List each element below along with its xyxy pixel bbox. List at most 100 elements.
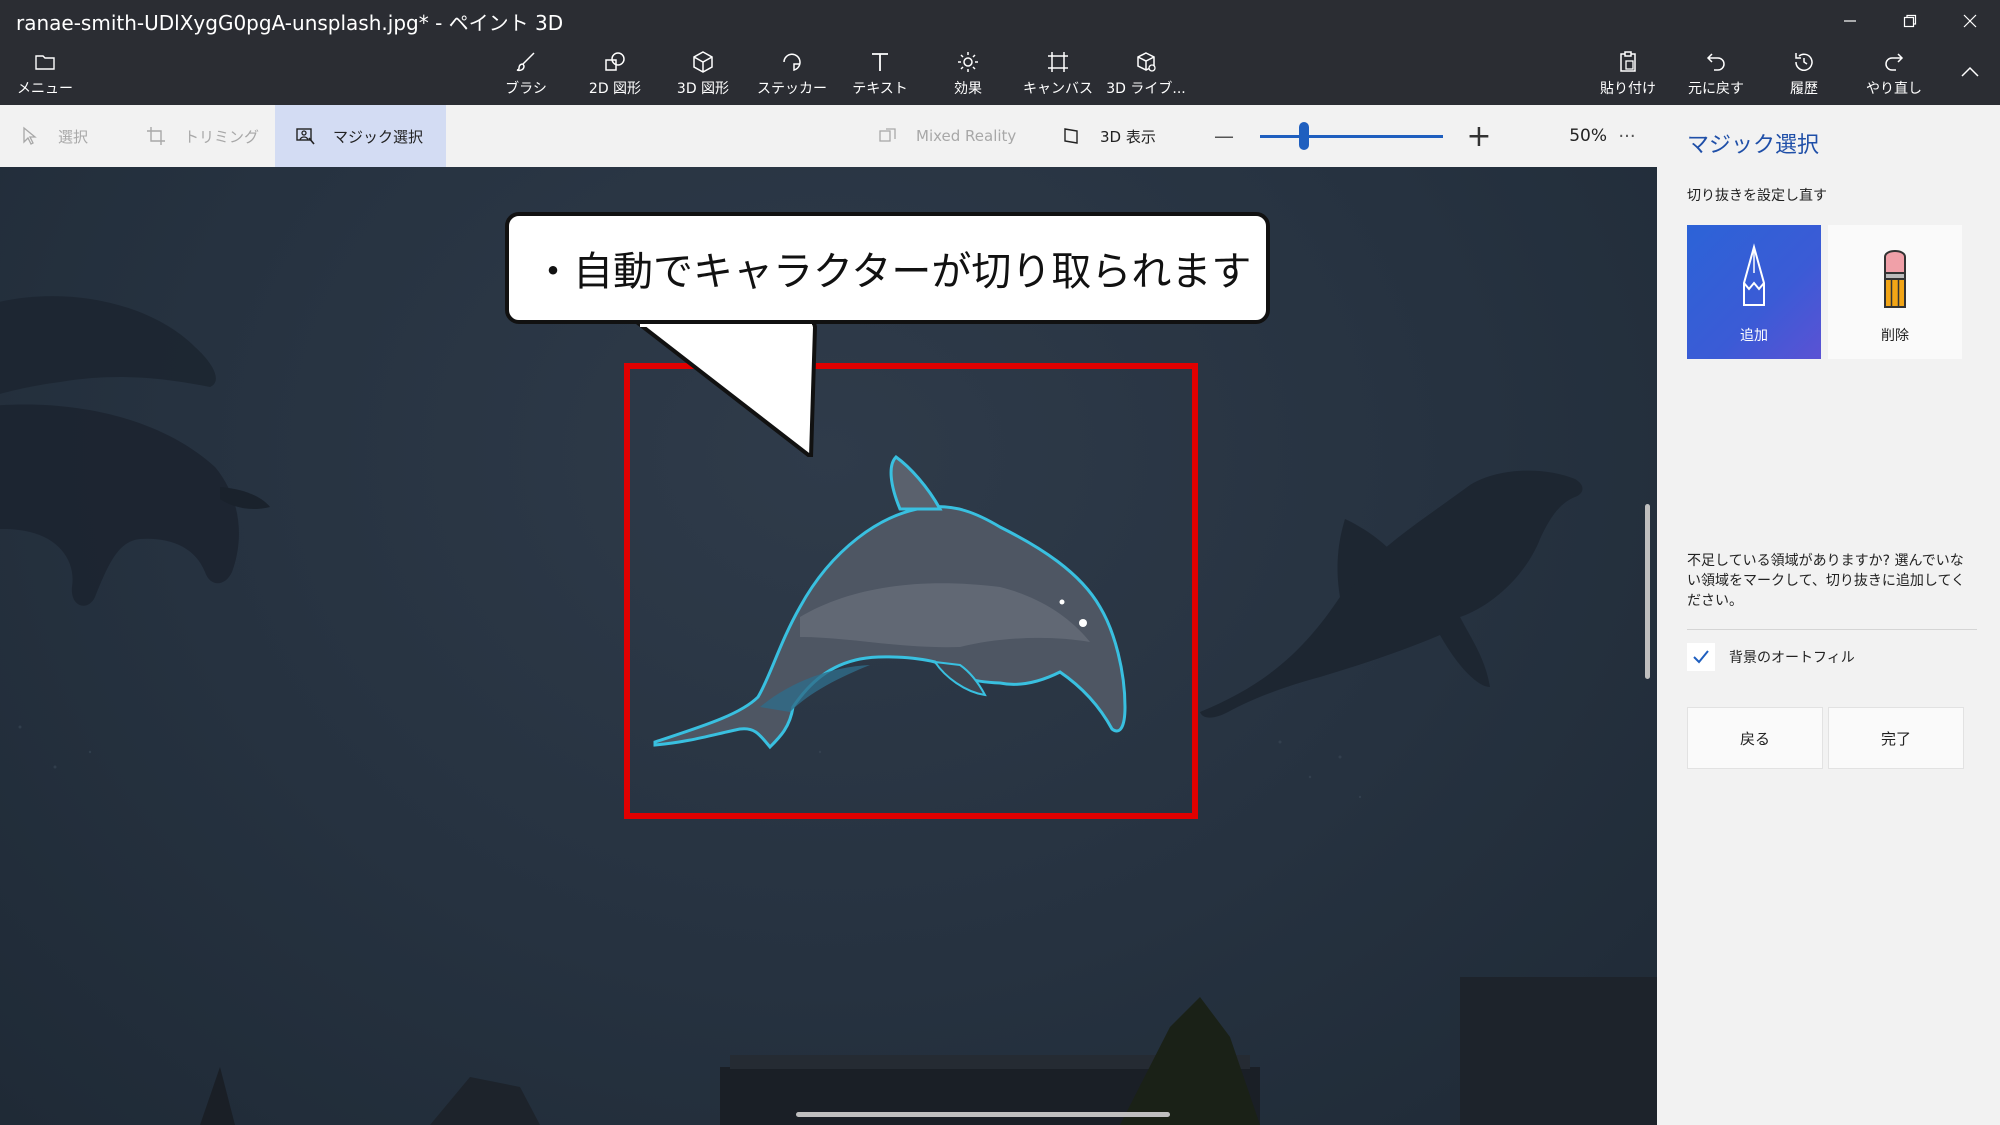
tool-3d-library[interactable]: 3D ライブ... <box>1106 42 1186 105</box>
left-dolphin-bottom <box>0 404 239 606</box>
menu-button[interactable]: メニュー <box>14 42 76 105</box>
folder-icon <box>35 54 55 70</box>
3d-library-icon <box>1137 51 1156 72</box>
magic-select-panel: マジック選択 切り抜きを設定し直す 追加 削除 不足している領域がありますか? … <box>1657 105 2000 1125</box>
magic-select-icon <box>296 128 315 145</box>
tool-2d-shapes[interactable]: 2D 図形 <box>580 42 650 105</box>
chevron-up-icon <box>1961 66 1979 77</box>
close-button[interactable] <box>1940 0 2000 42</box>
minimize-button[interactable] <box>1820 0 1880 42</box>
select-tool[interactable]: 選択 <box>20 105 130 167</box>
tool-sticker[interactable]: ステッカー <box>752 42 832 105</box>
2d-shapes-icon <box>605 51 625 71</box>
tool-3d-library-label: 3D ライブ... <box>1106 80 1186 97</box>
sticker-icon <box>783 53 801 71</box>
view-3d-label: 3D 表示 <box>1100 127 1156 146</box>
back-button[interactable]: 戻る <box>1687 707 1823 769</box>
crop-tool[interactable]: トリミング <box>146 105 276 167</box>
brush-icon <box>516 51 535 71</box>
callout-text: ・自動でキャラクターが切り取られます <box>533 249 1252 295</box>
cursor-icon <box>23 126 37 145</box>
window-title: ranae-smith-UDlXygG0pgA-unsplash.jpg* - … <box>16 10 564 35</box>
undo-icon <box>1706 52 1725 71</box>
tool-canvas-label: キャンバス <box>1023 80 1093 97</box>
zoom-slider-thumb[interactable] <box>1298 122 1309 150</box>
paste-icon <box>1620 50 1636 72</box>
tool-effects[interactable]: 効果 <box>938 42 998 105</box>
restore-icon <box>1903 14 1917 28</box>
callout-pointer <box>636 317 817 457</box>
redo-button[interactable]: やり直し <box>1862 42 1926 105</box>
panel-divider <box>1687 629 1977 630</box>
zoom-value-label: 50% <box>1569 126 1607 146</box>
tool-canvas[interactable]: キャンバス <box>1022 42 1094 105</box>
tool-text-label: テキスト <box>852 80 908 97</box>
zoom-out-button[interactable]: — <box>1212 105 1236 167</box>
back-label: 戻る <box>1739 729 1770 748</box>
zoom-in-label: + <box>1466 118 1492 154</box>
history-icon <box>1795 52 1813 71</box>
done-button[interactable]: 完了 <box>1828 707 1964 769</box>
paste-label: 貼り付け <box>1600 80 1656 97</box>
magic-select-label: マジック選択 <box>333 127 424 146</box>
history-label: 履歴 <box>1790 80 1818 97</box>
tool-3d-shapes-label: 3D 図形 <box>676 80 730 97</box>
canvas-icon <box>1048 51 1068 72</box>
3d-shapes-icon <box>693 50 713 73</box>
crop-icon <box>147 127 165 145</box>
tool-text[interactable]: テキスト <box>848 42 912 105</box>
main-toolbar: メニュー ブラシ 2D 図形 3D 図形 ステッカー テキスト 効果 キャンバス… <box>0 42 2000 105</box>
autofill-label: 背景のオートフィル <box>1729 650 1855 666</box>
3d-view-icon <box>1064 128 1078 144</box>
autofill-checkbox[interactable] <box>1687 643 1715 671</box>
mixed-reality-icon <box>879 128 896 142</box>
done-label: 完了 <box>1880 729 1911 748</box>
right-dolphin <box>1200 470 1583 718</box>
undo-button[interactable]: 元に戻す <box>1684 42 1748 105</box>
tool-3d-shapes[interactable]: 3D 図形 <box>668 42 738 105</box>
effects-icon <box>958 51 978 72</box>
paste-button[interactable]: 貼り付け <box>1596 42 1660 105</box>
tool-sticker-label: ステッカー <box>757 80 827 97</box>
history-button[interactable]: 履歴 <box>1772 42 1836 105</box>
text-icon <box>872 52 888 71</box>
shore-silhouette <box>200 977 1657 1125</box>
canvas-area[interactable]: ・自動でキャラクターが切り取られます <box>0 167 1657 1125</box>
magic-select-tool[interactable]: マジック選択 <box>275 105 446 167</box>
add-button[interactable]: 追加 <box>1687 225 1821 359</box>
zoom-slider-track[interactable] <box>1260 135 1443 138</box>
zoom-in-button[interactable]: + <box>1464 105 1494 167</box>
menu-label: メニュー <box>17 80 73 97</box>
minimize-icon <box>1844 20 1856 22</box>
view-3d-button[interactable]: 3D 表示 <box>1062 105 1182 167</box>
autofill-option[interactable]: 背景のオートフィル <box>1687 643 1855 671</box>
zoom-out-label: — <box>1214 124 1234 148</box>
left-dolphin-top <box>0 296 216 394</box>
checkmark-icon <box>1693 650 1709 664</box>
undo-label: 元に戻す <box>1688 80 1744 97</box>
horizontal-scrollbar[interactable] <box>796 1112 1170 1117</box>
more-options-label: ··· <box>1618 125 1636 147</box>
restore-button[interactable] <box>1880 0 1940 42</box>
sub-toolbar: 選択 トリミング マジック選択 Mixed Reality 3D 表示 — + … <box>0 105 1657 167</box>
add-label: 追加 <box>1740 328 1768 344</box>
vertical-scrollbar[interactable] <box>1645 504 1650 679</box>
mixed-reality-button[interactable]: Mixed Reality <box>878 105 1028 167</box>
window-controls <box>1820 0 2000 42</box>
title-bar: ranae-smith-UDlXygG0pgA-unsplash.jpg* - … <box>0 0 2000 42</box>
crop-label: トリミング <box>184 127 260 146</box>
pencil-add-icon <box>1743 243 1765 306</box>
annotation-callout: ・自動でキャラクターが切り取られます <box>505 212 1270 324</box>
tool-2d-shapes-label: 2D 図形 <box>588 80 642 97</box>
redo-label: やり直し <box>1866 80 1922 97</box>
remove-button[interactable]: 削除 <box>1828 225 1962 359</box>
mixed-reality-label: Mixed Reality <box>916 127 1017 145</box>
zoom-value[interactable]: 50% <box>1512 105 1607 167</box>
redo-icon <box>1885 52 1904 71</box>
remove-label: 削除 <box>1881 328 1909 344</box>
collapse-toolbar-button[interactable] <box>1948 42 1992 105</box>
close-icon <box>1963 14 1977 28</box>
more-options-button[interactable]: ··· <box>1612 105 1642 167</box>
tool-brush[interactable]: ブラシ <box>494 42 558 105</box>
select-label: 選択 <box>58 127 89 146</box>
